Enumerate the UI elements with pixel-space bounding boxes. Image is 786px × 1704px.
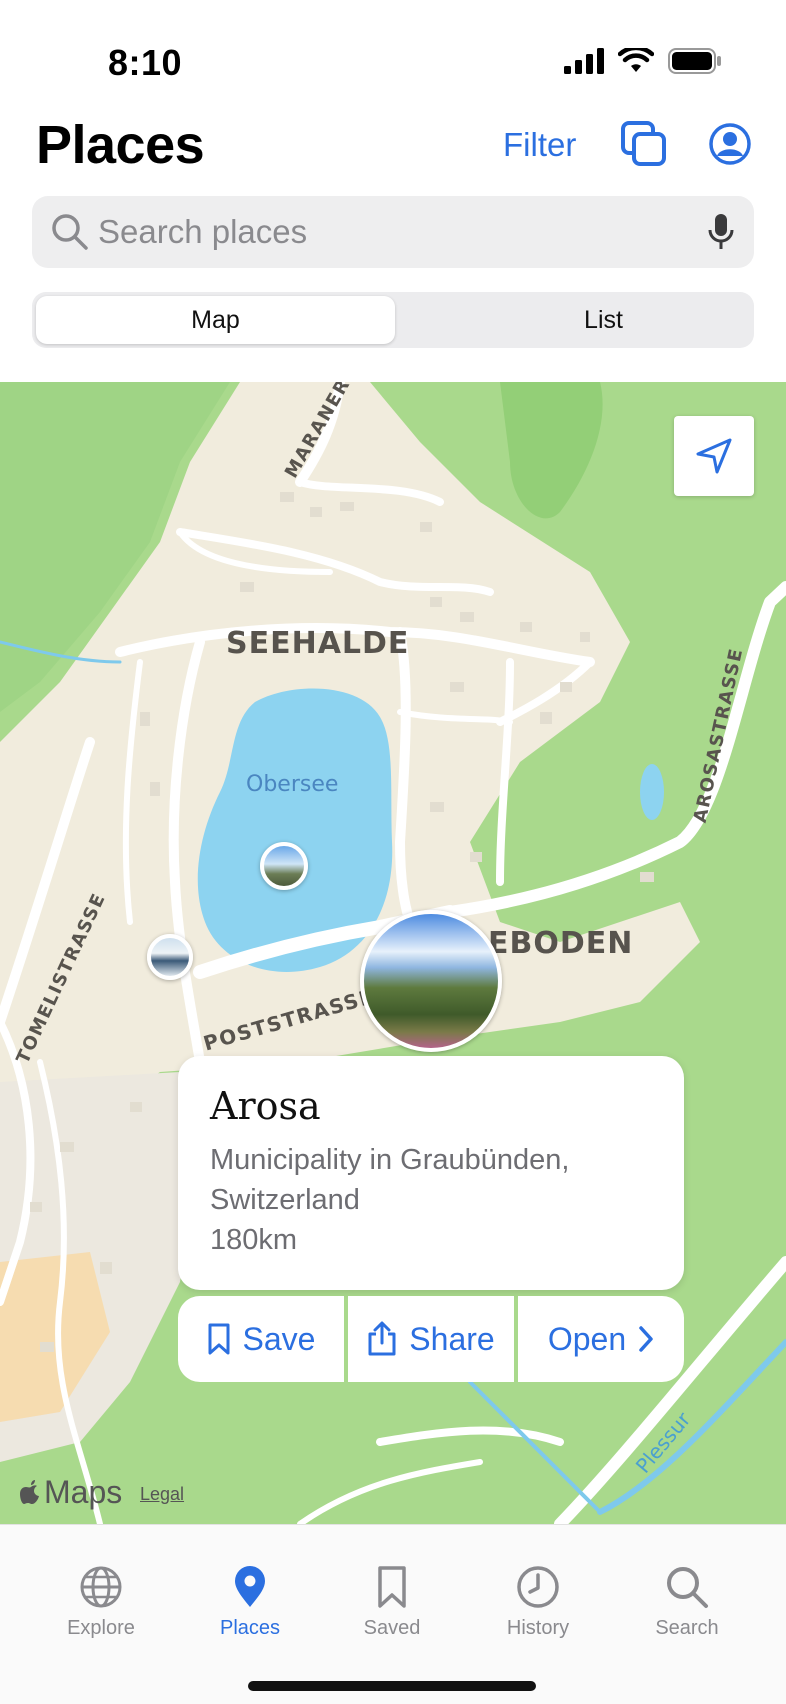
tab-explore-label: Explore [67,1617,135,1639]
share-button[interactable]: Share [348,1296,514,1382]
bookmark-icon [378,1566,406,1608]
profile-icon[interactable] [708,122,752,166]
tab-search-label: Search [655,1617,719,1639]
bookmark-icon [208,1323,230,1355]
globe-icon [80,1566,122,1608]
tab-history-label: History [506,1617,570,1639]
search-input[interactable] [98,208,658,256]
tab-saved[interactable]: Saved [327,1565,457,1640]
page-title: Places [36,115,205,175]
share-label: Share [409,1320,495,1357]
open-label: Open [547,1320,627,1357]
tab-places[interactable]: Places [185,1565,315,1640]
wifi-icon [618,48,654,72]
place-info-card[interactable]: Arosa Municipality in Graubünden, Switze… [178,1056,684,1290]
apple-logo-icon [20,1479,39,1504]
filter-button[interactable]: Filter [503,126,576,164]
status-icons [564,48,722,74]
pin-icon [235,1566,265,1607]
cellular-signal-icon [564,48,604,74]
battery-icon [668,48,721,74]
tab-saved-label: Saved [363,1617,421,1639]
search-icon [667,1567,708,1608]
place-distance: 180km [210,1224,298,1256]
clock-icon [517,1566,559,1608]
view-segmented-control: Map List [32,292,754,348]
tab-bar: Explore Places Saved History Search [0,1524,786,1704]
tab-history[interactable]: History [473,1565,603,1640]
location-arrow-icon [696,438,732,474]
locate-me-button[interactable] [674,416,754,496]
header: Places Filter [0,110,786,190]
tab-search[interactable]: Search [622,1565,752,1640]
map-label-eboden: EBODEN [488,926,634,961]
share-icon [368,1321,396,1356]
maps-attribution: Maps [20,1474,122,1511]
map-pin-station[interactable] [147,934,193,980]
open-button[interactable]: Open [518,1296,684,1382]
map-pin-obersee[interactable] [260,842,308,890]
map-label-obersee: Obersee [246,772,339,797]
status-time: 8:10 [108,42,183,83]
chevron-right-icon [639,1326,653,1352]
home-indicator [248,1681,536,1691]
search-bar [32,196,754,268]
segment-list[interactable]: List [424,296,783,344]
save-label: Save [242,1320,316,1357]
place-name: Arosa [210,1084,321,1128]
place-description: Municipality in Graubünden, Switzerland [210,1144,570,1216]
tabs-icon[interactable] [620,120,668,168]
search-icon [52,214,88,250]
legal-link[interactable]: Legal [140,1484,184,1505]
place-actions: Save Share Open [178,1296,684,1382]
tab-places-label: Places [219,1617,281,1639]
save-button[interactable]: Save [178,1296,344,1382]
microphone-icon[interactable] [706,212,736,252]
map-pin-arosa-selected[interactable] [360,910,502,1052]
tab-explore[interactable]: Explore [36,1565,166,1640]
maps-attribution-text: Maps [44,1474,123,1510]
segment-map[interactable]: Map [36,296,395,344]
status-bar: 8:10 [0,0,786,110]
map-label-seehalde: SEEHALDE [226,626,410,661]
